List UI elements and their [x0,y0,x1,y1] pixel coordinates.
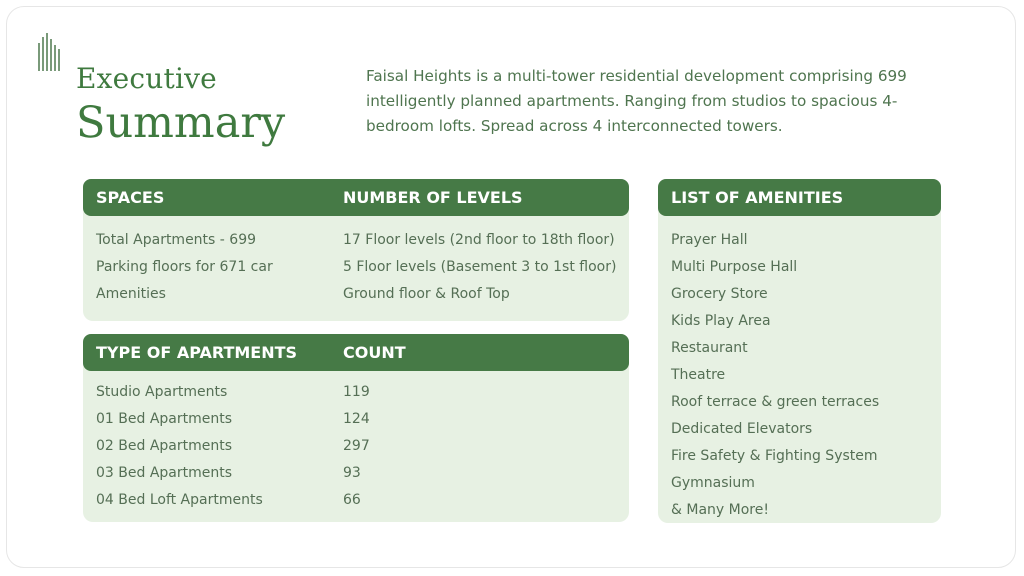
list-item: Fire Safety & Fighting System [658,446,941,473]
list-item: Prayer Hall [658,230,941,257]
list-item: Kids Play Area [658,311,941,338]
amenity-label: Theatre [671,367,726,383]
levels-value: Ground floor & Roof Top [343,286,510,302]
list-item: Dedicated Elevators [658,419,941,446]
table-row: 04 Bed Loft Apartments 66 [83,490,629,517]
table-row: Total Apartments - 699 17 Floor levels (… [83,230,629,257]
table-row: 02 Bed Apartments 297 [83,436,629,463]
count-header-label: COUNT [343,343,406,362]
title-executive: Executive [76,62,217,95]
amenities-panel: LIST OF AMENITIES Prayer Hall Multi Purp… [658,179,941,523]
table-row: Parking floors for 671 car 5 Floor level… [83,257,629,284]
list-item: Theatre [658,365,941,392]
space-label: Amenities [96,286,166,302]
amenity-label: Grocery Store [671,286,768,302]
table-row: Studio Apartments 119 [83,382,629,409]
spaces-header: SPACES NUMBER OF LEVELS [83,179,629,216]
apartments-panel: TYPE OF APARTMENTS COUNT Studio Apartmen… [83,334,629,522]
list-item: Gymnasium [658,473,941,500]
type-header-label: TYPE OF APARTMENTS [96,343,298,362]
apartment-type: 01 Bed Apartments [96,411,233,427]
title-summary: Summary [76,98,286,148]
apartment-count: 119 [343,384,370,400]
table-row: 01 Bed Apartments 124 [83,409,629,436]
amenities-header: LIST OF AMENITIES [658,179,941,216]
list-item: Roof terrace & green terraces [658,392,941,419]
spaces-header-label: SPACES [96,188,165,207]
amenity-label: Roof terrace & green terraces [671,394,880,410]
amenity-label: Fire Safety & Fighting System [671,448,878,464]
apartments-header: TYPE OF APARTMENTS COUNT [83,334,629,371]
apartment-count: 66 [343,492,361,508]
amenity-label: & Many More! [671,502,769,518]
list-item: Grocery Store [658,284,941,311]
levels-value: 17 Floor levels (2nd floor to 18th floor… [343,232,615,248]
list-item: & Many More! [658,500,941,527]
amenity-label: Prayer Hall [671,232,748,248]
table-row: Amenities Ground floor & Roof Top [83,284,629,311]
amenity-label: Restaurant [671,340,748,356]
amenities-list: Prayer Hall Multi Purpose Hall Grocery S… [658,230,941,527]
amenities-header-label: LIST OF AMENITIES [671,188,844,207]
space-label: Parking floors for 671 car [96,259,273,275]
levels-value: 5 Floor levels (Basement 3 to 1st floor) [343,259,617,275]
table-row: 03 Bed Apartments 93 [83,463,629,490]
list-item: Multi Purpose Hall [658,257,941,284]
amenity-label: Multi Purpose Hall [671,259,798,275]
building-towers-icon [38,33,60,71]
apartment-type: 03 Bed Apartments [96,465,233,481]
amenity-label: Kids Play Area [671,313,771,329]
apartment-type: 02 Bed Apartments [96,438,233,454]
apartment-count: 124 [343,411,370,427]
apartment-type: Studio Apartments [96,384,228,400]
space-label: Total Apartments - 699 [96,232,257,248]
apartment-count: 93 [343,465,361,481]
amenity-label: Dedicated Elevators [671,421,813,437]
list-item: Restaurant [658,338,941,365]
levels-header-label: NUMBER OF LEVELS [343,188,523,207]
intro-paragraph: Faisal Heights is a multi-tower resident… [366,67,907,135]
amenity-label: Gymnasium [671,475,755,491]
apartments-rows: Studio Apartments 119 01 Bed Apartments … [83,382,629,517]
spaces-rows: Total Apartments - 699 17 Floor levels (… [83,230,629,311]
spaces-panel: SPACES NUMBER OF LEVELS Total Apartments… [83,179,629,321]
apartment-type: 04 Bed Loft Apartments [96,492,263,508]
apartment-count: 297 [343,438,370,454]
